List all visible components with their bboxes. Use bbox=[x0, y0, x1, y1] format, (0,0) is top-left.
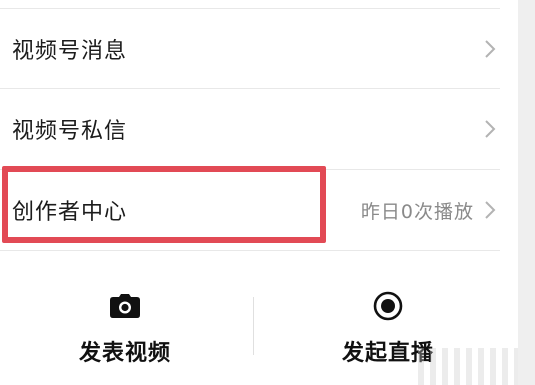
yesterday-plays-value: 昨日0次播放 bbox=[360, 200, 474, 223]
chevron-right-icon bbox=[484, 200, 496, 220]
menu-item-channels-messages[interactable]: 视频号消息 bbox=[0, 9, 518, 89]
post-video-button[interactable]: 发表视频 bbox=[0, 283, 250, 373]
highlight-box bbox=[2, 166, 326, 243]
scrollbar-track[interactable] bbox=[518, 0, 535, 385]
chevron-right-icon bbox=[484, 39, 496, 59]
camera-icon bbox=[110, 289, 140, 323]
post-video-label: 发表视频 bbox=[78, 341, 171, 366]
menu-item-label: 视频号私信 bbox=[12, 119, 128, 144]
settings-panel: 视频号消息 视频号私信 创作者中心 昨日0次播放 发表视频 发起直播 bbox=[0, 0, 518, 385]
chevron-right-icon bbox=[484, 119, 496, 139]
action-divider bbox=[253, 297, 254, 355]
divider bbox=[0, 250, 500, 251]
menu-item-channels-private-messages[interactable]: 视频号私信 bbox=[0, 89, 518, 169]
watermark-blur bbox=[418, 348, 518, 385]
record-icon bbox=[373, 289, 403, 323]
menu-item-label: 视频号消息 bbox=[12, 39, 128, 64]
